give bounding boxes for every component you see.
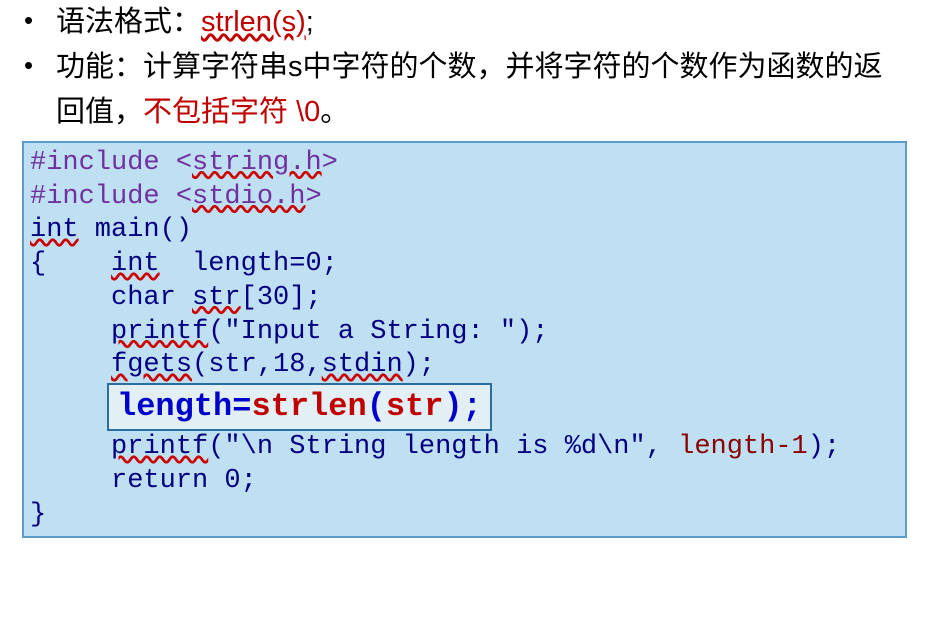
code-line10: return 0; xyxy=(30,466,257,496)
code-line4: { int length=0; xyxy=(30,249,338,279)
code-highlight-box: length=strlen(str); xyxy=(107,383,492,431)
code-line7: fgets(str,18,stdin); xyxy=(30,350,435,380)
function-red: 不包括字符 \0 xyxy=(143,96,320,128)
syntax-suffix: ; xyxy=(306,6,314,38)
code-include2: #include <stdio.h> xyxy=(30,182,322,212)
bullet-function-text: 功能：计算字符串s中字符的个数，并将字符的个数作为函数的返回值，不包括字符 \0… xyxy=(56,45,895,135)
bullet-function: • 功能：计算字符串s中字符的个数，并将字符的个数作为函数的返回值，不包括字符 … xyxy=(14,45,915,135)
code-line5: char str[30]; xyxy=(30,283,322,313)
code-include1: #include <string.h> xyxy=(30,148,338,178)
syntax-code: strlen(s) xyxy=(201,6,306,38)
bullet-syntax-text: 语法格式：strlen(s); xyxy=(56,0,895,45)
syntax-prefix: 语法格式： xyxy=(56,6,201,38)
function-suffix: 。 xyxy=(320,96,349,128)
code-line9: printf("\n String length is %d\n", lengt… xyxy=(30,432,840,462)
code-main-decl: int main() xyxy=(30,215,192,245)
code-line11: } xyxy=(30,500,46,530)
bullet-dot-icon: • xyxy=(18,0,56,40)
bullet-syntax: • 语法格式：strlen(s); xyxy=(14,0,915,45)
bullet-dot-icon: • xyxy=(18,45,56,85)
slide-content: • 语法格式：strlen(s); • 功能：计算字符串s中字符的个数，并将字符… xyxy=(0,0,929,538)
code-block: #include <string.h> #include <stdio.h> i… xyxy=(22,141,907,539)
code-line6: printf("Input a String: "); xyxy=(30,317,549,347)
